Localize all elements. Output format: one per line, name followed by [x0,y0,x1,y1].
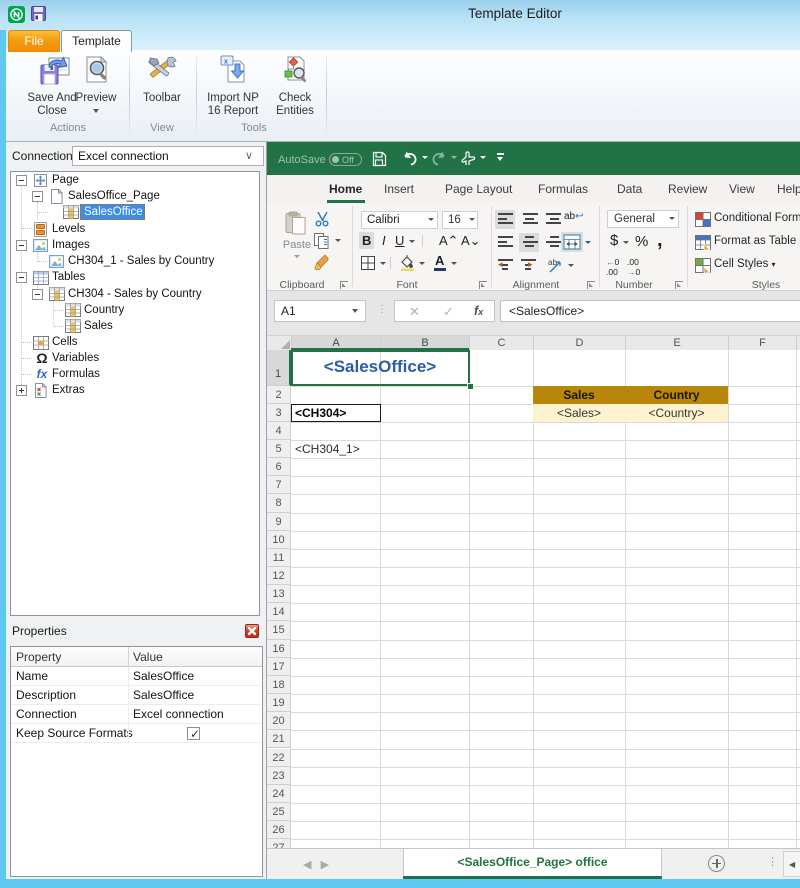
svg-text:ab: ab [548,258,557,267]
svg-text:x: x [224,59,228,66]
